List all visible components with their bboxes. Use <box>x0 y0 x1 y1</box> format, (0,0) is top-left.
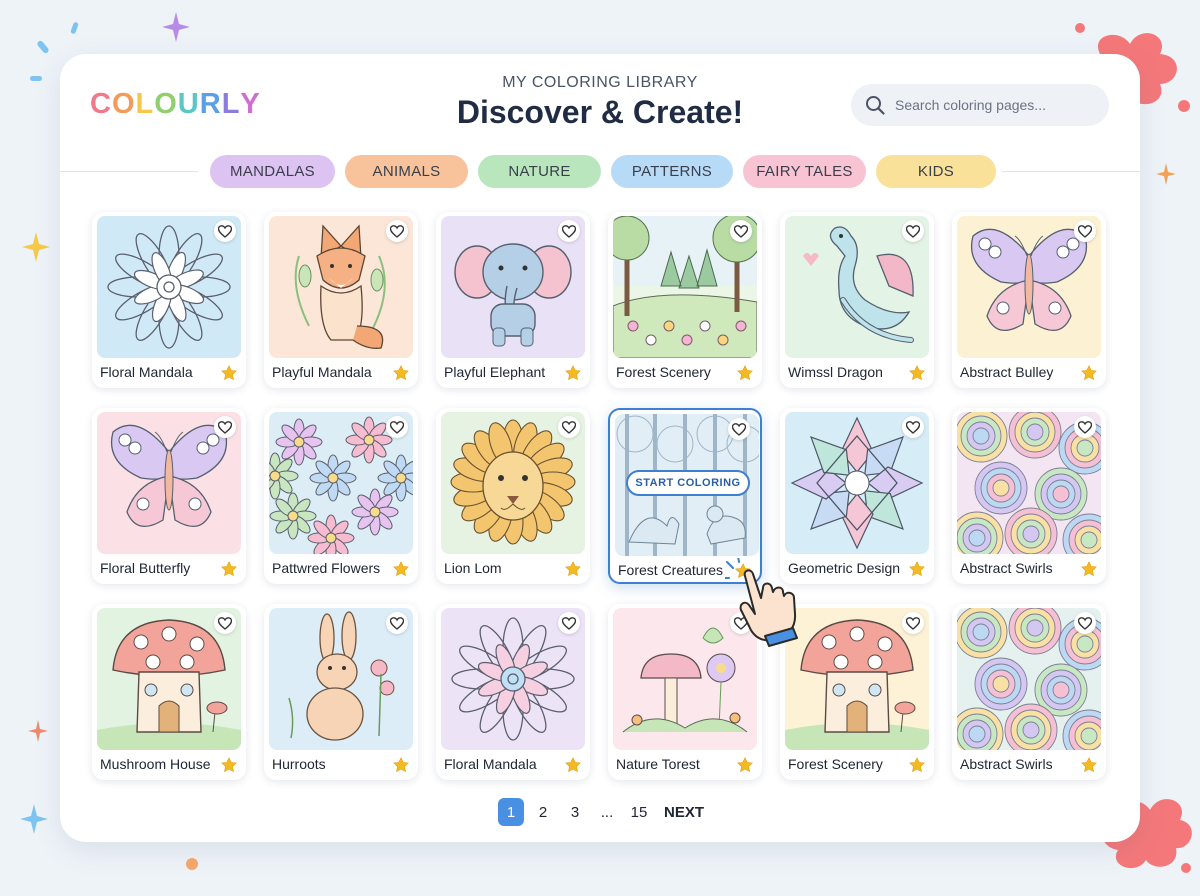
coloring-card[interactable]: Playful Mandala <box>264 212 418 388</box>
star-icon[interactable] <box>565 561 581 582</box>
coloring-card[interactable]: Forest Scenery <box>608 212 762 388</box>
coloring-card[interactable]: Abstract Swirls <box>952 408 1106 584</box>
category-tab-nature[interactable]: NATURE <box>478 155 601 188</box>
card-title: Forest Scenery <box>616 364 711 380</box>
star-icon[interactable] <box>393 757 409 778</box>
category-tab-fairy-tales[interactable]: FAIRY TALES <box>743 155 866 188</box>
coloring-card[interactable]: Playful Elephant <box>436 212 590 388</box>
sparkle-icon <box>1156 163 1176 185</box>
heart-icon[interactable] <box>1074 416 1096 438</box>
heart-icon[interactable] <box>730 220 752 242</box>
page-2-link[interactable]: 2 <box>530 798 556 826</box>
pagination-ellipsis: ... <box>600 803 614 821</box>
card-title: Lion Lom <box>444 560 502 576</box>
heart-icon[interactable] <box>728 418 750 440</box>
page-15-link[interactable]: 15 <box>626 798 652 826</box>
card-title: Wimssl Dragon <box>788 364 883 380</box>
star-icon[interactable] <box>909 561 925 582</box>
dot-decoration <box>186 858 198 870</box>
pointer-hand-icon <box>725 558 798 647</box>
sparkle-icon <box>162 12 190 42</box>
star-icon[interactable] <box>221 365 237 386</box>
heart-icon[interactable] <box>558 416 580 438</box>
heart-icon[interactable] <box>558 220 580 242</box>
category-tab-animals[interactable]: ANIMALS <box>345 155 468 188</box>
card-title: Pattwred Flowers <box>272 560 381 576</box>
card-title: Abstract Bulley <box>960 364 1054 380</box>
start-coloring-button[interactable]: START COLORING <box>626 470 750 496</box>
card-title: Hurroots <box>272 756 326 772</box>
search-icon[interactable] <box>865 95 885 115</box>
heart-icon[interactable] <box>214 416 236 438</box>
card-title: Abstract Swirls <box>960 560 1053 576</box>
star-icon[interactable] <box>221 757 237 778</box>
star-icon[interactable] <box>909 365 925 386</box>
card-title: Playful Elephant <box>444 364 546 380</box>
heart-icon[interactable] <box>386 612 408 634</box>
category-tab-mandalas[interactable]: MANDALAS <box>210 155 335 188</box>
coloring-card[interactable]: Floral Mandala <box>92 212 246 388</box>
coloring-card[interactable]: Wimssl Dragon <box>780 212 934 388</box>
dash-decoration <box>70 21 79 35</box>
heart-icon[interactable] <box>386 220 408 242</box>
divider <box>1002 171 1140 172</box>
coloring-card[interactable]: Floral Butterfly <box>92 408 246 584</box>
coloring-card[interactable]: Mushroom House <box>92 604 246 780</box>
star-icon[interactable] <box>737 757 753 778</box>
sparkle-icon <box>22 232 50 262</box>
next-page-button[interactable]: NEXT <box>658 798 710 826</box>
search-input[interactable] <box>895 97 1095 113</box>
card-title: Playful Mandala <box>272 364 372 380</box>
pagination: 1 2 3... 15 NEXT <box>498 798 710 826</box>
coloring-card[interactable]: Lion Lom <box>436 408 590 584</box>
heart-icon[interactable] <box>902 220 924 242</box>
card-title: Mushroom House <box>100 756 211 772</box>
library-panel: COLOURLY MY COLORING LIBRARY Discover & … <box>60 54 1140 842</box>
dash-decoration <box>36 39 50 55</box>
category-tabs: MANDALAS ANIMALS NATURE PATTERNS FAIRY TALES… <box>210 155 996 188</box>
star-icon[interactable] <box>565 757 581 778</box>
coloring-card[interactable]: Abstract Bulley <box>952 212 1106 388</box>
star-icon[interactable] <box>737 365 753 386</box>
card-title: Abstract Swirls <box>960 756 1053 772</box>
coloring-card[interactable]: Pattwred Flowers <box>264 408 418 584</box>
star-icon[interactable] <box>1081 365 1097 386</box>
card-title: Floral Butterfly <box>100 560 191 576</box>
heart-icon[interactable] <box>214 612 236 634</box>
page-3-link[interactable]: 3 <box>562 798 588 826</box>
heart-icon[interactable] <box>1074 220 1096 242</box>
category-tab-kids[interactable]: KIDS <box>876 155 996 188</box>
sparkle-icon <box>28 720 48 742</box>
heart-icon[interactable] <box>558 612 580 634</box>
star-icon[interactable] <box>221 561 237 582</box>
star-icon[interactable] <box>565 365 581 386</box>
card-title: Nature Torest <box>616 756 700 772</box>
star-icon[interactable] <box>1081 561 1097 582</box>
card-title: Floral Mandala <box>444 756 537 772</box>
star-icon[interactable] <box>1081 757 1097 778</box>
heart-icon[interactable] <box>902 416 924 438</box>
heart-icon[interactable] <box>902 612 924 634</box>
star-icon[interactable] <box>393 561 409 582</box>
star-icon[interactable] <box>909 757 925 778</box>
heart-icon[interactable] <box>1074 612 1096 634</box>
category-tab-patterns[interactable]: PATTERNS <box>611 155 733 188</box>
heart-icon[interactable] <box>214 220 236 242</box>
card-title: Forest Scenery <box>788 756 883 772</box>
heart-icon[interactable] <box>386 416 408 438</box>
coloring-card[interactable]: Abstract Swirls <box>952 604 1106 780</box>
divider <box>60 171 198 172</box>
search-bar[interactable] <box>851 84 1109 126</box>
coloring-card[interactable]: Hurroots <box>264 604 418 780</box>
card-title: Floral Mandala <box>100 364 193 380</box>
star-icon[interactable] <box>393 365 409 386</box>
card-title: Forest Creatures <box>618 562 724 578</box>
coloring-card[interactable]: Floral Mandala <box>436 604 590 780</box>
dash-decoration <box>30 76 42 81</box>
page-1-link[interactable]: 1 <box>498 798 524 826</box>
sparkle-icon <box>20 804 48 834</box>
